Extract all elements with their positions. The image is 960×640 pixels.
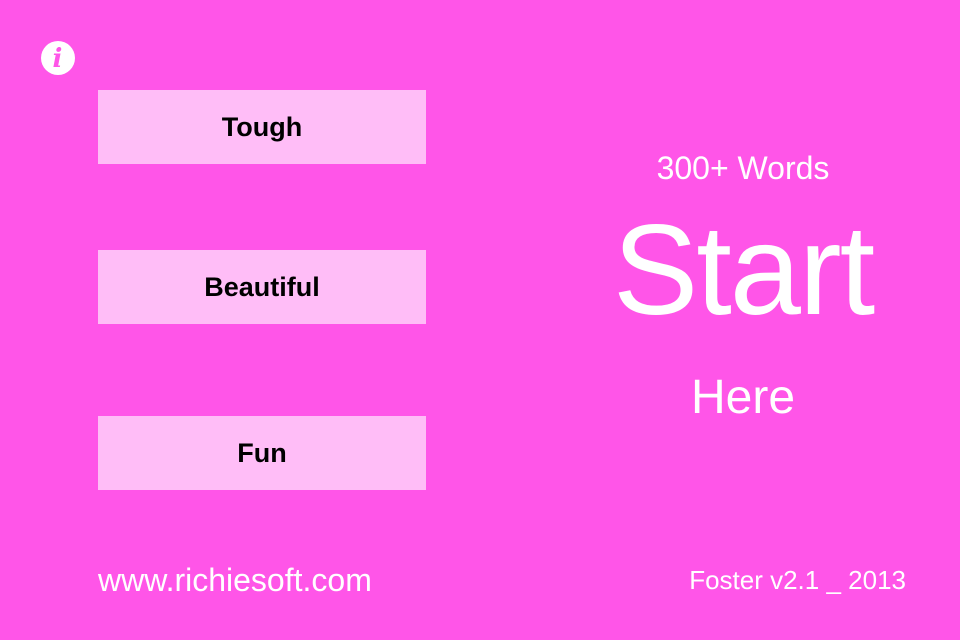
here-label: Here — [690, 371, 796, 424]
start-button[interactable]: Start — [560, 196, 926, 346]
info-button[interactable]: i — [41, 41, 75, 75]
website-link[interactable]: www.richiesoft.com — [98, 560, 372, 600]
word-count-label: 300+ Words — [656, 150, 830, 186]
beautiful-button[interactable]: Beautiful — [98, 250, 426, 324]
info-icon: i — [52, 43, 63, 74]
tough-button[interactable]: Tough — [98, 90, 426, 164]
fun-button[interactable]: Fun — [98, 416, 426, 490]
version-label: Foster v2.1 _ 2013 — [689, 565, 906, 595]
